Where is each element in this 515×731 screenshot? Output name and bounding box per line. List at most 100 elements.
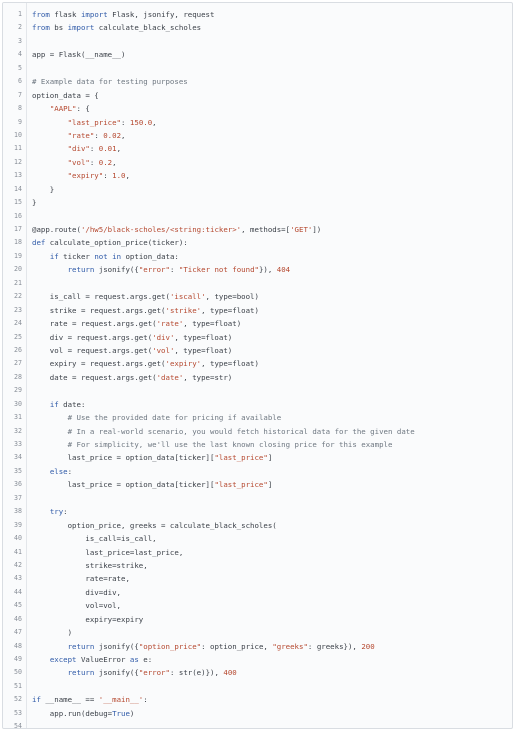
- code-text[interactable]: if ticker not in option_data:: [32, 250, 179, 263]
- code-text[interactable]: # For simplicity, we'll use the last kno…: [32, 438, 393, 451]
- code-text[interactable]: "rate": 0.02,: [32, 129, 126, 142]
- code-token: import: [67, 23, 95, 33]
- code-token: option_data = {: [32, 90, 99, 100]
- code-token: # For simplicity, we'll use the last kno…: [67, 440, 393, 449]
- code-line: 28 date = request.args.get('date', type=…: [3, 371, 512, 384]
- line-number: 51: [14, 681, 22, 690]
- code-token: last_price=last_price,: [32, 547, 184, 557]
- code-text[interactable]: except ValueError as e:: [32, 653, 152, 666]
- code-text[interactable]: is_call=is_call,: [32, 532, 157, 545]
- code-token: is_call = request.args.get(: [32, 292, 170, 302]
- code-line: 1 from flask import Flask, jsonify, reque…: [3, 8, 512, 21]
- code-text[interactable]: div = request.args.get('div', type=float…: [32, 331, 232, 344]
- code-line: 19 if ticker not in option_data:: [3, 250, 512, 263]
- line-number: 45: [14, 601, 22, 610]
- code-text[interactable]: div=div,: [32, 586, 121, 599]
- code-text[interactable]: return jsonify({"error": "Ticker not fou…: [32, 263, 291, 276]
- code-line: 54: [3, 720, 512, 728]
- code-text[interactable]: "last_price": 150.0,: [32, 116, 157, 129]
- code-text[interactable]: app = Flask(__name__): [32, 48, 125, 61]
- code-token: div = request.args.get(: [32, 332, 153, 342]
- line-number: 53: [14, 708, 22, 717]
- code-line: 11 "div": 0.01,: [3, 142, 512, 155]
- code-text[interactable]: option_data = {: [32, 89, 99, 102]
- code-editor[interactable]: 1 from flask import Flask, jsonify, reque…: [2, 2, 513, 729]
- code-token: "option_price": [138, 641, 202, 651]
- code-text[interactable]: expiry=expiry: [32, 613, 143, 626]
- code-text[interactable]: from bs import calculate_black_scholes: [32, 21, 201, 34]
- code-token: 'strike': [165, 305, 202, 315]
- code-line: 5: [3, 62, 512, 75]
- code-text[interactable]: rate=rate,: [32, 572, 130, 585]
- line-number: 2: [18, 23, 22, 32]
- code-text[interactable]: "div": 0.01,: [32, 142, 121, 155]
- code-text[interactable]: return jsonify({"option_price": option_p…: [32, 640, 375, 653]
- code-token: : greeks}),: [307, 641, 362, 651]
- code-token: "expiry": [67, 171, 104, 181]
- code-token: 1.0: [112, 171, 126, 181]
- code-text[interactable]: last_price=last_price,: [32, 546, 183, 559]
- code-text[interactable]: strike = request.args.get('strike', type…: [32, 304, 259, 317]
- code-text[interactable]: from flask import Flask, jsonify, reques…: [32, 8, 214, 21]
- code-text[interactable]: vol=vol,: [32, 599, 121, 612]
- code-text[interactable]: option_price, greeks = calculate_black_s…: [32, 519, 277, 532]
- code-text[interactable]: else:: [32, 465, 72, 478]
- line-number: 11: [14, 144, 22, 153]
- code-token: '/hw5/black-scholes/<string:ticker>': [80, 225, 242, 234]
- code-text[interactable]: try:: [32, 505, 68, 518]
- code-text[interactable]: @app.route('/hw5/black-scholes/<string:t…: [32, 223, 321, 236]
- code-token: 0.2: [98, 157, 113, 167]
- code-text[interactable]: app.run(debug=True): [32, 707, 135, 720]
- code-text[interactable]: if __name__ == '__main__':: [32, 693, 148, 706]
- code-text[interactable]: }: [32, 183, 54, 196]
- code-token: "vol": [67, 157, 90, 167]
- line-number: 14: [14, 184, 22, 193]
- code-text[interactable]: }: [32, 196, 36, 209]
- code-text[interactable]: last_price = option_data[ticker]["last_p…: [32, 478, 273, 491]
- code-text[interactable]: expiry = request.args.get('expiry', type…: [32, 357, 259, 370]
- code-token: except: [49, 655, 77, 664]
- code-text[interactable]: if date:: [32, 398, 86, 411]
- code-text[interactable]: rate = request.args.get('rate', type=flo…: [32, 317, 241, 330]
- code-text[interactable]: "expiry": 1.0,: [32, 169, 130, 182]
- code-text[interactable]: return jsonify({"error": str(e)}), 400: [32, 666, 237, 679]
- code-line: 49 except ValueError as e:: [3, 653, 512, 666]
- code-token: is_call=is_call,: [32, 534, 157, 544]
- code-token: }),: [258, 265, 277, 275]
- code-token: , type=float): [183, 319, 242, 329]
- code-text[interactable]: vol = request.args.get('vol', type=float…: [32, 344, 232, 357]
- code-text[interactable]: last_price = option_data[ticker]["last_p…: [32, 451, 273, 464]
- code-line: 26 vol = request.args.get('vol', type=fl…: [3, 344, 512, 357]
- code-token: option_price, greeks = calculate_black_s…: [32, 520, 277, 530]
- code-text[interactable]: # Use the provided date for pricing if a…: [32, 411, 282, 424]
- code-token: "error": [138, 265, 170, 275]
- code-token: 0.01: [98, 144, 117, 154]
- code-token: :: [103, 171, 113, 181]
- code-text[interactable]: # Example data for testing purposes: [32, 75, 188, 88]
- code-text[interactable]: # In a real-world scenario, you would fe…: [32, 425, 415, 438]
- code-token: ValueError: [76, 655, 130, 664]
- code-token: date = request.args.get(: [32, 372, 157, 382]
- code-line: 18 def calculate_option_price(ticker):: [3, 236, 512, 249]
- code-line: 30 if date:: [3, 398, 512, 411]
- code-token: : option_price,: [201, 641, 273, 651]
- code-text[interactable]: date = request.args.get('date', type=str…: [32, 371, 232, 384]
- code-text[interactable]: def calculate_option_price(ticker):: [32, 236, 188, 249]
- code-text[interactable]: "vol": 0.2,: [32, 156, 117, 169]
- code-text[interactable]: is_call = request.args.get('iscall', typ…: [32, 290, 259, 303]
- code-token: ]): [312, 225, 322, 234]
- line-number: 8: [18, 104, 22, 113]
- code-line: 16: [3, 210, 512, 223]
- line-number: 40: [14, 534, 22, 543]
- code-text[interactable]: strike=strike,: [32, 559, 147, 572]
- code-token: # Use the provided date for pricing if a…: [67, 413, 282, 423]
- code-text[interactable]: "AAPL": {: [32, 102, 90, 115]
- code-token: 'rate': [156, 319, 184, 329]
- code-token: True: [112, 708, 130, 718]
- code-token: 400: [223, 668, 237, 678]
- code-line: 31 # Use the provided date for pricing i…: [3, 411, 512, 424]
- code-text[interactable]: ): [32, 626, 72, 639]
